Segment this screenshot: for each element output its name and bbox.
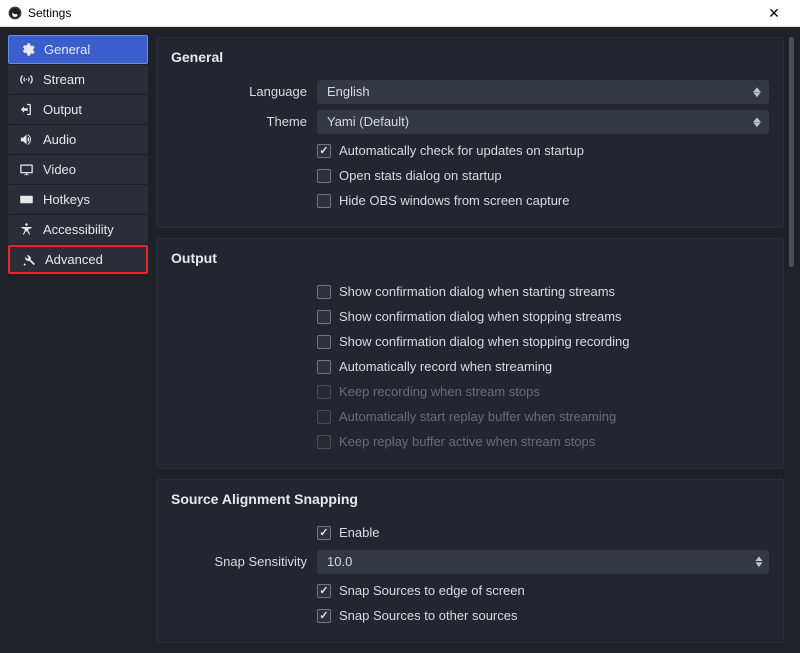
section-output: Output Show confirmation dialog when sta… [156,238,784,469]
keep-record-label: Keep recording when stream stops [339,384,540,399]
output-icon [18,102,34,118]
sidebar-item-label: Hotkeys [43,192,90,207]
section-general: General Language English ▲▼ Theme [156,37,784,228]
titlebar: Settings ✕ [0,0,800,27]
snap-sensitivity-value: 10.0 [327,554,352,569]
sidebar-item-label: Video [43,162,76,177]
auto-record-label: Automatically record when streaming [339,359,552,374]
checkbox-snap-enable[interactable] [317,526,331,540]
language-dropdown[interactable]: English ▲▼ [317,80,769,104]
sidebar-item-stream[interactable]: Stream [8,65,148,94]
sidebar-item-accessibility[interactable]: Accessibility [8,215,148,244]
checkbox-snap-edge[interactable] [317,584,331,598]
sidebar-item-output[interactable]: Output [8,95,148,124]
confirm-stop-record-label: Show confirmation dialog when stopping r… [339,334,630,349]
checkbox-check-updates[interactable] [317,144,331,158]
sidebar-item-hotkeys[interactable]: Hotkeys [8,185,148,214]
sidebar-item-advanced[interactable]: Advanced [8,245,148,274]
checkbox-keep-record [317,385,331,399]
checkbox-confirm-stop-record[interactable] [317,335,331,349]
dropdown-caret-icon: ▲▼ [751,117,764,127]
keep-replay-label: Keep replay buffer active when stream st… [339,434,595,449]
checkbox-confirm-stop-stream[interactable] [317,310,331,324]
checkbox-auto-record[interactable] [317,360,331,374]
snap-other-label: Snap Sources to other sources [339,608,518,623]
speaker-icon [18,132,34,148]
check-updates-label: Automatically check for updates on start… [339,143,584,158]
monitor-icon [18,162,34,178]
keyboard-icon [18,192,34,208]
dropdown-caret-icon: ▲▼ [751,87,764,97]
sidebar-item-label: Accessibility [43,222,114,237]
open-stats-label: Open stats dialog on startup [339,168,502,183]
hide-obs-label: Hide OBS windows from screen capture [339,193,569,208]
confirm-stop-stream-label: Show confirmation dialog when stopping s… [339,309,622,324]
content-pane[interactable]: General Language English ▲▼ Theme [156,35,796,653]
section-title: Source Alignment Snapping [171,491,769,507]
sidebar-item-label: General [44,42,90,57]
confirm-start-stream-label: Show confirmation dialog when starting s… [339,284,615,299]
sidebar-item-label: Stream [43,72,85,87]
window-title: Settings [28,6,71,20]
checkbox-open-stats[interactable] [317,169,331,183]
spinner-buttons-icon[interactable]: ▲▼ [753,556,765,568]
gear-icon [19,42,35,58]
checkbox-auto-replay [317,410,331,424]
language-value: English [327,84,370,99]
checkbox-snap-other[interactable] [317,609,331,623]
section-title: Output [171,250,769,266]
antenna-icon [18,72,34,88]
section-title: General [171,49,769,65]
sidebar-item-audio[interactable]: Audio [8,125,148,154]
sidebar-item-general[interactable]: General [8,35,148,64]
snap-sensitivity-spinner[interactable]: 10.0 ▲▼ [317,550,769,574]
tools-icon [20,252,36,268]
accessibility-icon [18,222,34,238]
checkbox-keep-replay [317,435,331,449]
section-snapping: Source Alignment Snapping Enable Snap Se… [156,479,784,643]
theme-dropdown[interactable]: Yami (Default) ▲▼ [317,110,769,134]
theme-label: Theme [171,114,317,129]
sidebar-item-label: Advanced [45,252,103,267]
close-icon: ✕ [768,5,780,22]
snap-edge-label: Snap Sources to edge of screen [339,583,525,598]
snap-enable-label: Enable [339,525,379,540]
checkbox-confirm-start-stream[interactable] [317,285,331,299]
language-label: Language [171,84,317,99]
checkbox-hide-obs[interactable] [317,194,331,208]
sidebar: General Stream Output Audio Video Hotkey… [8,35,148,653]
sidebar-item-label: Output [43,102,82,117]
scrollbar-thumb[interactable] [789,37,794,267]
obs-logo-icon [8,6,22,20]
theme-value: Yami (Default) [327,114,409,129]
sidebar-item-video[interactable]: Video [8,155,148,184]
auto-replay-label: Automatically start replay buffer when s… [339,409,616,424]
snap-sensitivity-label: Snap Sensitivity [171,554,317,569]
close-button[interactable]: ✕ [756,0,792,26]
sidebar-item-label: Audio [43,132,76,147]
